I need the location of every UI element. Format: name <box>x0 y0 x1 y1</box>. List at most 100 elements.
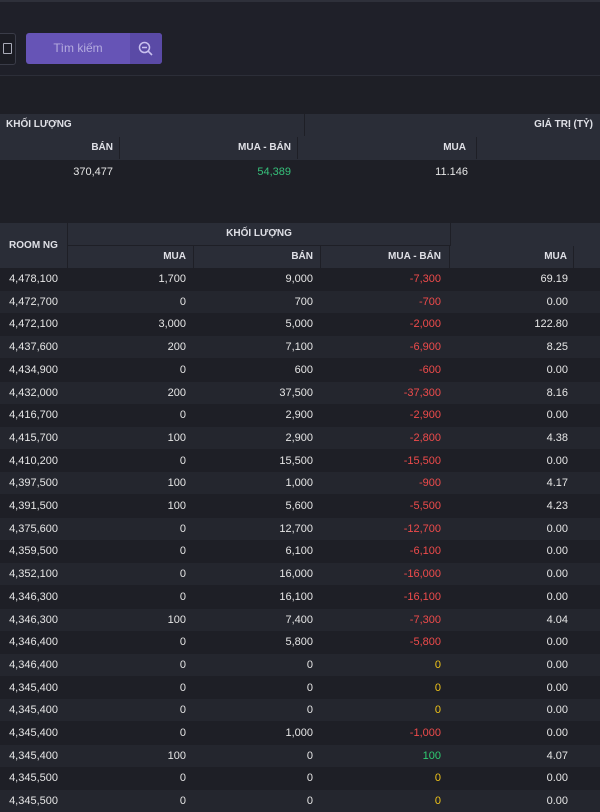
table-row[interactable]: 4,345,400 0 0 0 0.00 <box>0 699 600 722</box>
value-buy-cell: 0.00 <box>546 568 568 581</box>
sell-cell: 15,500 <box>279 454 313 467</box>
table-row[interactable]: 4,345,400 0 1,000 -1,000 0.00 <box>0 722 600 744</box>
net-cell: 0 <box>434 704 441 717</box>
room-cell: 4,432,000 <box>9 386 58 399</box>
buy-cell: 0 <box>179 727 186 739</box>
net-cell: -700 <box>418 295 441 308</box>
sell-cell: 0 <box>306 704 313 717</box>
summary-buy-value: 11.146 <box>435 166 468 178</box>
col-value-buy: MUA <box>451 246 574 268</box>
table-row[interactable]: 4,391,500 100 5,600 -5,500 4.23 <box>0 495 600 517</box>
table-row[interactable]: 4,346,400 0 5,800 -5,800 0.00 <box>0 631 600 654</box>
top-divider <box>0 0 600 2</box>
summary-row: 370,477 54,389 11.146 <box>0 160 600 184</box>
sell-cell: 16,000 <box>279 568 313 581</box>
room-cell: 4,359,500 <box>9 545 58 558</box>
calendar-button[interactable] <box>0 33 16 65</box>
table-row[interactable]: 4,345,400 100 0 100 4.07 <box>0 744 600 767</box>
summary-group-value: GIÁ TRỊ (TỶ) <box>534 119 593 130</box>
table-row[interactable]: 4,346,400 0 0 0 0.00 <box>0 653 600 676</box>
col-group-volume: KHỐI LƯỢNG <box>68 223 451 246</box>
net-cell: -7,300 <box>409 613 441 626</box>
table-row[interactable]: 4,345,400 0 0 0 0.00 <box>0 676 600 699</box>
calendar-icon <box>3 43 12 54</box>
room-cell: 4,345,400 <box>9 727 58 739</box>
summary-net: 54,389 <box>257 166 291 178</box>
room-cell: 4,375,600 <box>9 522 58 535</box>
buy-cell: 0 <box>179 636 186 649</box>
sell-cell: 0 <box>306 749 313 762</box>
table-row[interactable]: 4,345,500 0 0 0 0.00 <box>0 767 600 790</box>
summary-col-buy: MUA <box>298 137 477 159</box>
table-row[interactable]: 4,416,700 0 2,900 -2,900 0.00 <box>0 404 600 427</box>
sell-cell: 2,900 <box>285 431 313 444</box>
search-label: Tìm kiếm <box>53 41 103 55</box>
buy-cell: 100 <box>167 749 186 762</box>
table-row[interactable]: 4,432,000 200 37,500 -37,300 8.16 <box>0 381 600 404</box>
room-cell: 4,345,400 <box>9 681 58 694</box>
value-buy-cell: 0.00 <box>546 545 568 558</box>
net-cell: -2,000 <box>409 318 441 331</box>
table-row[interactable]: 4,346,300 100 7,400 -7,300 4.04 <box>0 608 600 631</box>
buy-cell: 0 <box>179 409 186 422</box>
col-net: MUA - BÁN <box>321 246 450 268</box>
table-row[interactable]: 4,434,900 0 600 -600 0.00 <box>0 358 600 381</box>
value-buy-cell: 0.00 <box>546 409 568 422</box>
room-cell: 4,397,500 <box>9 477 58 490</box>
net-cell: -7,300 <box>409 273 441 285</box>
table-row[interactable]: 4,478,100 1,700 9,000 -7,300 69.19 <box>0 268 600 290</box>
sell-cell: 5,800 <box>285 636 313 649</box>
value-buy-cell: 4.17 <box>546 477 568 490</box>
room-cell: 4,346,400 <box>9 658 58 671</box>
value-buy-cell: 0.00 <box>546 681 568 694</box>
room-cell: 4,345,400 <box>9 749 58 762</box>
sell-cell: 7,100 <box>285 341 313 354</box>
net-cell: -5,800 <box>409 636 441 649</box>
sell-cell: 1,000 <box>285 727 313 739</box>
table-header: ROOM NG KHỐI LƯỢNG MUA BÁN MUA - BÁN MUA <box>0 223 600 268</box>
room-cell: 4,415,700 <box>9 431 58 444</box>
net-cell: -2,900 <box>409 409 441 422</box>
magnifier-minus-icon[interactable] <box>130 33 162 64</box>
sell-cell: 12,700 <box>279 522 313 535</box>
col-sell: BÁN <box>194 246 321 268</box>
table-row[interactable]: 4,345,500 0 0 0 0.00 <box>0 790 600 812</box>
net-cell: -6,100 <box>409 545 441 558</box>
table-row[interactable]: 4,397,500 100 1,000 -900 4.17 <box>0 472 600 495</box>
sell-cell: 6,100 <box>285 545 313 558</box>
sell-cell: 0 <box>306 772 313 785</box>
table-row[interactable]: 4,415,700 100 2,900 -2,800 4.38 <box>0 426 600 449</box>
table-row[interactable]: 4,346,300 0 16,100 -16,100 0.00 <box>0 585 600 608</box>
room-cell: 4,346,300 <box>9 613 58 626</box>
net-cell: 0 <box>434 795 441 808</box>
buy-cell: 0 <box>179 295 186 308</box>
value-buy-cell: 0.00 <box>546 454 568 467</box>
room-cell: 4,416,700 <box>9 409 58 422</box>
buy-cell: 0 <box>179 681 186 694</box>
buy-cell: 200 <box>167 341 186 354</box>
table-row[interactable]: 4,375,600 0 12,700 -12,700 0.00 <box>0 517 600 540</box>
search-button[interactable]: Tìm kiếm <box>26 33 162 64</box>
value-buy-cell: 0.00 <box>546 522 568 535</box>
net-cell: -600 <box>418 363 441 376</box>
value-buy-cell: 0.00 <box>546 727 568 739</box>
sell-cell: 700 <box>294 295 313 308</box>
table-row[interactable]: 4,352,100 0 16,000 -16,000 0.00 <box>0 563 600 586</box>
value-buy-cell: 0.00 <box>546 658 568 671</box>
table-row[interactable]: 4,410,200 0 15,500 -15,500 0.00 <box>0 449 600 472</box>
net-cell: 0 <box>434 772 441 785</box>
table-row[interactable]: 4,359,500 0 6,100 -6,100 0.00 <box>0 540 600 563</box>
sell-cell: 5,600 <box>285 500 313 512</box>
summary-header-groups: KHỐI LƯỢNG GIÁ TRỊ (TỶ) <box>0 114 600 137</box>
table-row[interactable]: 4,437,600 200 7,100 -6,900 8.25 <box>0 336 600 359</box>
net-cell: -1,000 <box>409 727 441 739</box>
value-buy-cell: 0.00 <box>546 590 568 603</box>
table-row[interactable]: 4,472,700 0 700 -700 0.00 <box>0 290 600 313</box>
value-buy-cell: 0.00 <box>546 295 568 308</box>
room-cell: 4,472,700 <box>9 295 58 308</box>
room-cell: 4,434,900 <box>9 363 58 376</box>
sell-cell: 2,900 <box>285 409 313 422</box>
table-row[interactable]: 4,472,100 3,000 5,000 -2,000 122.80 <box>0 313 600 336</box>
net-cell: 0 <box>434 681 441 694</box>
sell-cell: 7,400 <box>285 613 313 626</box>
